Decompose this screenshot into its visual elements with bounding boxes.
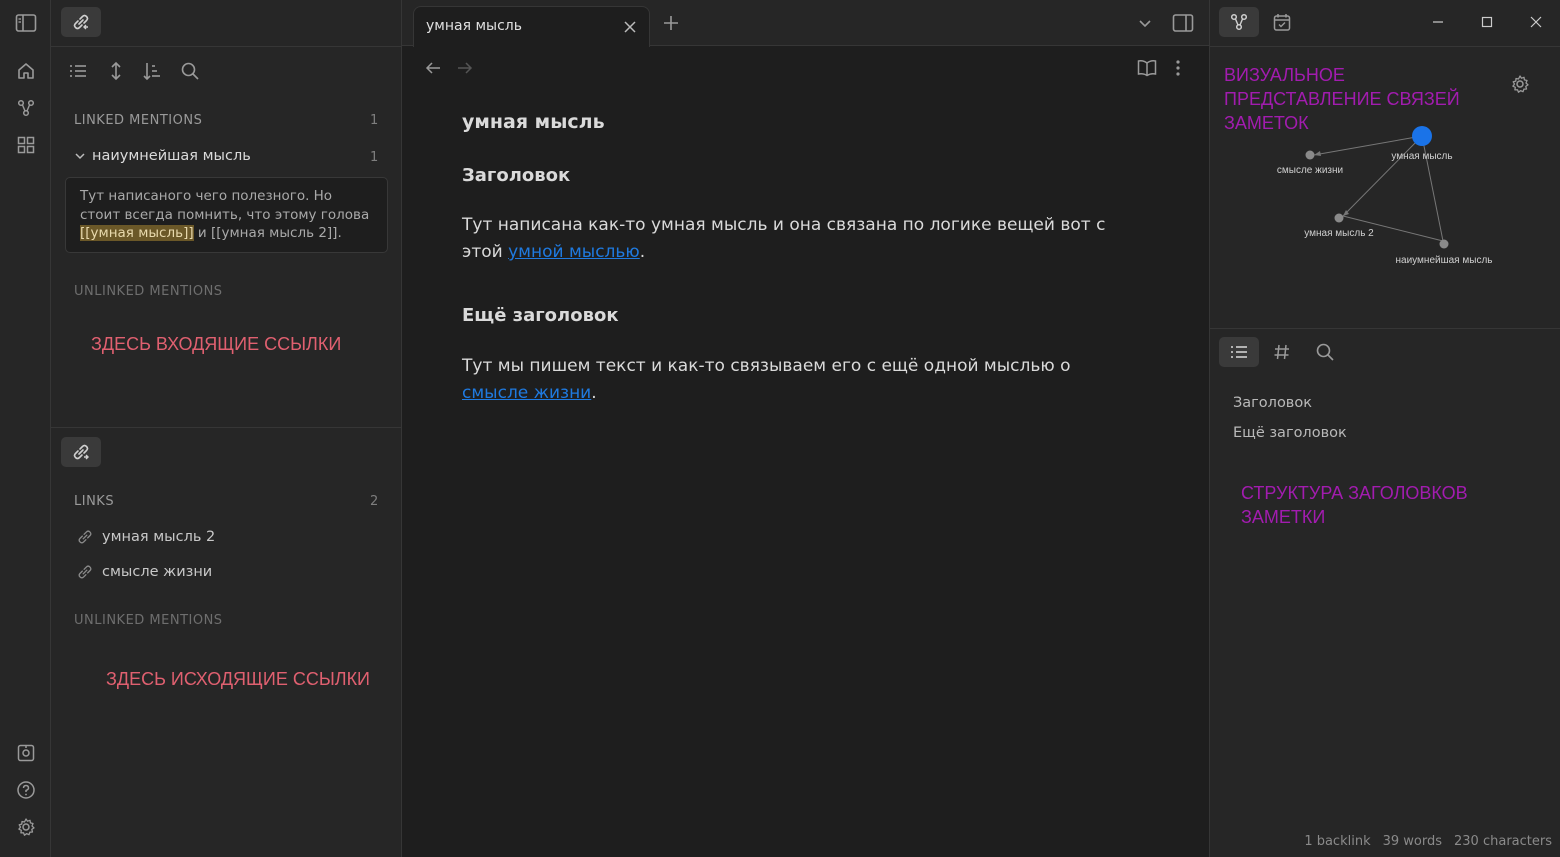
mention-snippet[interactable]: Тут написаного чего полезного. Но стоит … [65,177,388,253]
unlinked-mentions-title[interactable]: UNLINKED MENTIONS [74,284,223,299]
graph-node-label: умная мысль [1391,151,1452,162]
expand-icon[interactable] [105,60,127,82]
right-sidebar: ВИЗУАЛЬНОЕ ПРЕДСТАВЛЕНИЕ СВЯЗЕЙ ЗАМЕТОК … [1209,0,1560,857]
search-tab[interactable] [1305,337,1345,367]
tab-list-chevron-icon[interactable] [1134,12,1156,34]
linked-mentions-count: 1 [370,113,379,128]
outgoing-link-item[interactable]: умная мысль 2 [76,528,215,546]
settings-icon[interactable] [12,813,40,841]
status-backlinks[interactable]: 1 backlink [1304,834,1370,849]
snippet-text-end: и [[умная мысль 2]]. [193,225,342,241]
more-options-icon[interactable] [1168,56,1188,80]
new-tab-icon[interactable] [660,12,682,34]
outline-tab[interactable] [1219,337,1259,367]
links-title: LINKS [74,494,115,509]
left-ribbon [0,0,51,857]
tags-tab[interactable] [1262,337,1302,367]
chevron-down-icon [74,150,86,162]
graph-icon[interactable] [12,94,40,122]
collapse-results-icon[interactable] [67,60,89,82]
back-arrow-icon[interactable] [422,57,444,79]
vault-icon[interactable] [12,739,40,767]
heading-1: Заголовок [462,165,571,186]
tab-bar: умная мысль [402,0,1209,47]
heading-2: Ещё заголовок [462,305,619,326]
snippet-text: Тут написаного чего полезного. Но стоит … [80,188,370,223]
mention-file-row[interactable]: наиумнейшая мысль [74,148,251,164]
sort-icon[interactable] [141,60,163,82]
maximize-icon[interactable] [1472,8,1502,36]
outgoing-unlinked-title[interactable]: UNLINKED MENTIONS [74,613,223,628]
local-graph-view[interactable]: умная мысль смысле жизни умная мысль 2 н… [1210,110,1560,280]
status-bar: 1 backlink 39 words 230 characters [1304,834,1552,849]
links-count: 2 [370,494,379,509]
internal-link[interactable]: умной мыслью [508,242,640,262]
snippet-highlight: [[умная мысль]] [80,225,194,241]
outline-annotation: СТРУКТУРА ЗАГОЛОВКОВ ЗАМЕТКИ [1241,483,1468,527]
graph-node[interactable] [1305,150,1315,160]
local-graph-tab[interactable] [1219,7,1259,37]
home-icon[interactable] [12,57,40,85]
outline-item[interactable]: Ещё заголовок [1233,425,1347,441]
blocks-icon[interactable] [12,131,40,159]
linked-mentions-title: LINKED MENTIONS [74,113,203,128]
toggle-left-sidebar-icon[interactable] [12,9,40,37]
minimize-icon[interactable] [1423,8,1453,36]
outgoing-links-annotation: ЗДЕСЬ ИСХОДЯЩИЕ ССЫЛКИ [106,669,370,689]
status-chars: 230 characters [1454,834,1552,849]
graph-node[interactable] [1439,239,1449,249]
forward-arrow-icon[interactable] [454,57,476,79]
link-icon [76,563,94,581]
note-title[interactable]: умная мысль [462,111,605,133]
outgoing-link-item[interactable]: смысле жизни [76,563,212,581]
incoming-links-annotation: ЗДЕСЬ ВХОДЯЩИЕ ССЫЛКИ [91,334,342,354]
calendar-tab[interactable] [1262,7,1302,37]
graph-node[interactable] [1334,213,1344,223]
outgoing-link-label: умная мысль 2 [102,529,216,545]
left-sidebar: LINKED MENTIONS 1 наиумнейшая мысль 1 Ту… [51,0,402,857]
link-icon [76,528,94,546]
reading-view-icon[interactable] [1135,56,1159,80]
paragraph-1: Тут написана как-то умная мысль и она св… [462,215,1106,262]
paragraph-2: Тут мы пишем текст и как-то связываем ег… [462,356,1071,403]
outgoing-links-tab[interactable] [61,437,101,467]
search-icon[interactable] [179,60,201,82]
tab-active[interactable]: умная мысль [413,6,650,47]
tab-title: умная мысль [426,18,522,34]
internal-link[interactable]: смысле жизни [462,383,591,403]
graph-settings-icon[interactable] [1508,72,1532,96]
toggle-right-sidebar-icon[interactable] [1170,11,1196,35]
close-window-icon[interactable] [1521,8,1551,36]
backlinks-tab[interactable] [61,7,101,37]
graph-node-label: умная мысль 2 [1304,228,1374,239]
outline-item[interactable]: Заголовок [1233,395,1312,411]
mention-file-name: наиумнейшая мысль [92,148,251,164]
graph-node-active[interactable] [1412,126,1432,146]
status-words: 39 words [1382,834,1443,849]
outgoing-link-label: смысле жизни [102,564,213,580]
close-tab-icon[interactable] [620,17,640,37]
mention-file-count: 1 [370,150,379,165]
graph-node-label: смысле жизни [1277,165,1343,176]
help-icon[interactable] [12,776,40,804]
editor-pane: умная мысль умная мысль Заголовок Тут на… [402,0,1209,857]
graph-node-label: наиумнейшая мысль [1396,255,1493,266]
